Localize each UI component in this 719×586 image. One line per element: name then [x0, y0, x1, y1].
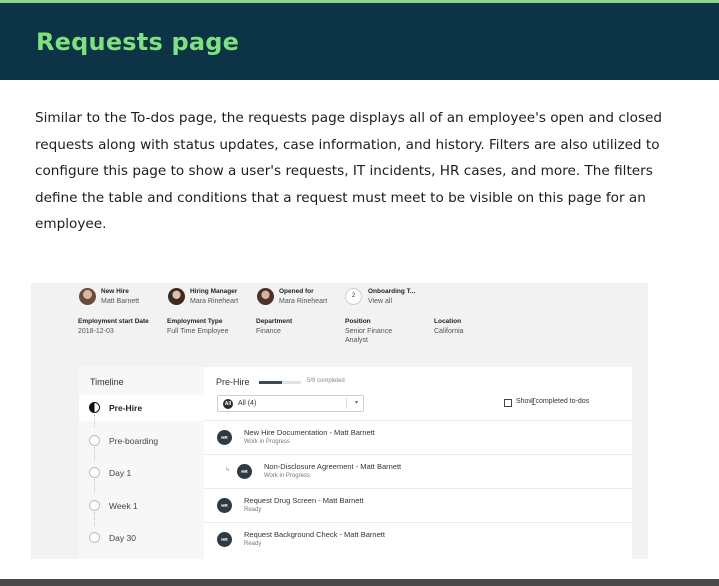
- opened-for-label: Opened for: [279, 288, 314, 295]
- timeline-item-pre-hire[interactable]: Pre-Hire: [79, 395, 204, 421]
- department-label: Department: [256, 318, 293, 325]
- text-cursor-icon: 𝙸: [530, 397, 538, 408]
- start-date-label: Employment start Date: [78, 318, 149, 325]
- task-status: Work in Progress: [264, 473, 310, 479]
- empty-circle-icon: [89, 532, 100, 543]
- description-paragraph: Similar to the To-dos page, the requests…: [35, 110, 663, 232]
- hiring-manager-label: Hiring Manager: [190, 288, 238, 295]
- show-completed-checkbox[interactable]: [504, 399, 512, 407]
- employment-type-field: Employment Type Full Time Employee: [167, 318, 228, 335]
- task-status: Ready: [244, 541, 262, 547]
- start-date-value: 2018-12-03: [78, 328, 114, 335]
- location-value: California: [434, 328, 464, 335]
- hr-badge-icon: HR: [217, 532, 232, 547]
- task-status: Ready: [244, 507, 262, 513]
- timeline-item-week-1[interactable]: Week 1: [79, 493, 204, 519]
- onboarding-count-badge: 2: [345, 288, 362, 305]
- hr-badge-icon: HR: [217, 498, 232, 513]
- timeline-item-label: Pre-Hire: [109, 403, 143, 413]
- hiring-manager-name[interactable]: Mara Rineheart: [190, 298, 238, 305]
- task-title[interactable]: New Hire Documentation - Matt Barnett: [244, 428, 375, 437]
- page-title: Requests page: [36, 28, 240, 56]
- employment-type-value: Full Time Employee: [167, 328, 229, 335]
- position-value-line2: Analyst: [345, 337, 368, 344]
- empty-circle-icon: [89, 435, 100, 446]
- task-row[interactable]: HR Request Drug Screen - Matt Barnett Re…: [204, 488, 632, 522]
- phase-progress-fill: [259, 381, 283, 384]
- timeline-title: Timeline: [90, 377, 124, 387]
- bottom-scrollbar-track: [0, 579, 719, 586]
- filter-divider: [346, 398, 347, 409]
- hiring-manager-info: Hiring Manager Mara Rineheart: [190, 288, 238, 305]
- timeline-connector: [94, 512, 95, 526]
- hiring-manager-avatar[interactable]: [168, 288, 185, 305]
- position-field: Position Senior Finance Analyst: [345, 318, 392, 344]
- department-field: Department Finance: [256, 318, 292, 335]
- page-header: Requests page: [0, 3, 719, 80]
- position-label: Position: [345, 318, 371, 325]
- task-title[interactable]: Request Drug Screen - Matt Barnett: [244, 496, 364, 505]
- timeline-item-label: Day 30: [109, 533, 136, 543]
- subtask-arrow-icon: ↳: [225, 467, 231, 473]
- task-status: Work in Progress: [244, 439, 290, 445]
- chevron-down-icon[interactable]: ▾: [355, 399, 358, 406]
- position-value: Senior Finance: [345, 328, 393, 335]
- timeline-item-day-30[interactable]: Day 30: [79, 525, 204, 551]
- timeline-item-day-1[interactable]: Day 1: [79, 460, 204, 486]
- location-field: Location California: [434, 318, 464, 335]
- task-filter-select[interactable]: All All (4) ▾: [217, 395, 364, 412]
- location-label: Location: [434, 318, 462, 325]
- task-row[interactable]: HR New Hire Documentation - Matt Barnett…: [204, 420, 632, 454]
- filter-badge: All: [223, 399, 233, 409]
- new-hire-name[interactable]: Matt Barnett: [101, 298, 139, 305]
- requests-page-screenshot: New Hire Matt Barnett Hiring Manager Mar…: [31, 283, 648, 559]
- tasks-area: Pre-Hire 5/9 completed All All (4) ▾ Sho…: [204, 367, 632, 559]
- opened-for-avatar[interactable]: [257, 288, 274, 305]
- timeline-connector: [94, 447, 95, 461]
- empty-circle-icon: [89, 500, 100, 511]
- task-title[interactable]: Non-Disclosure Agreement - Matt Barnett: [264, 462, 401, 471]
- timeline-item-label: Week 1: [109, 501, 138, 511]
- new-hire-info: New Hire Matt Barnett: [101, 288, 139, 305]
- timeline-item-label: Pre-boarding: [109, 436, 159, 446]
- timeline-item-pre-boarding[interactable]: Pre-boarding: [79, 428, 204, 454]
- timeline-connector: [94, 479, 95, 493]
- phase-title: Pre-Hire: [216, 377, 250, 387]
- phase-progress-bar: [259, 381, 301, 384]
- phase-completed-count: 5/9 completed: [307, 378, 345, 384]
- task-row[interactable]: HR Request Background Check - Matt Barne…: [204, 522, 632, 556]
- onboarding-label: Onboarding T...: [368, 288, 416, 295]
- task-row[interactable]: ↳ HR Non-Disclosure Agreement - Matt Bar…: [204, 454, 632, 488]
- timeline-connector: [94, 414, 95, 428]
- opened-for-name[interactable]: Mara Rineheart: [279, 298, 327, 305]
- department-value: Finance: [256, 328, 281, 335]
- empty-circle-icon: [89, 467, 100, 478]
- new-hire-avatar[interactable]: [79, 288, 96, 305]
- onboarding-info: Onboarding T... View all: [368, 288, 415, 305]
- view-all-link[interactable]: View all: [368, 298, 415, 305]
- hr-badge-icon: HR: [217, 430, 232, 445]
- hr-badge-icon: HR: [237, 464, 252, 479]
- timeline-sidebar: Timeline Pre-Hire Pre-boarding Day 1 Wee…: [79, 367, 204, 559]
- new-hire-label: New Hire: [101, 288, 129, 295]
- timeline-item-label: Day 1: [109, 468, 132, 478]
- opened-for-info: Opened for Mara Rineheart: [279, 288, 327, 305]
- onboarding-panel: Timeline Pre-Hire Pre-boarding Day 1 Wee…: [79, 367, 632, 559]
- start-date-field: Employment start Date 2018-12-03: [78, 318, 149, 335]
- filter-selected-value: All (4): [238, 400, 257, 407]
- half-filled-circle-icon: [89, 402, 100, 413]
- task-title[interactable]: Request Background Check - Matt Barnett: [244, 530, 385, 539]
- employment-type-label: Employment Type: [167, 318, 223, 325]
